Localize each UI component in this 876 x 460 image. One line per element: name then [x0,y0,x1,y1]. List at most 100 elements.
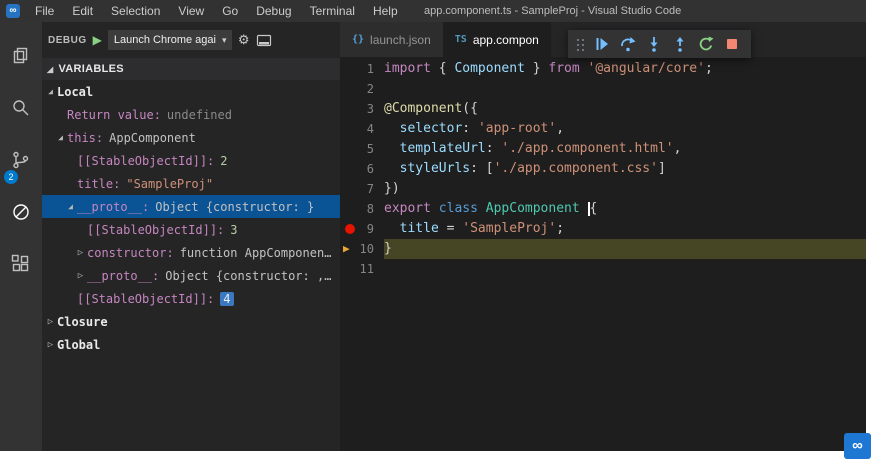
menu-go[interactable]: Go [213,0,247,22]
search-icon [13,100,29,116]
variable-name: __proto__: [87,268,160,283]
code-token: , [556,121,565,136]
menu-selection[interactable]: Selection [102,0,169,22]
sidebar-item-extensions[interactable] [0,238,42,290]
collapsed-icon[interactable]: ▷ [74,271,87,281]
code-line[interactable]: 4 selector: 'app-root', [340,119,866,139]
tab-launch-json[interactable]: {} launch.json [340,22,443,57]
debug-configuration-dropdown[interactable]: Launch Chrome agai ▾ [107,30,232,50]
code-token: title [399,221,439,236]
variables-section-label: VARIABLES [58,63,124,75]
code-line[interactable]: 6 styleUrls: ['./app.component.css'] [340,159,866,179]
code-line[interactable]: 5 templateUrl: './app.component.html', [340,139,866,159]
step-out-icon [676,37,684,52]
code-line[interactable]: 9 title = 'SampleProj'; [340,219,866,239]
line-number: 5 [366,142,374,156]
variable-row[interactable]: ▷ Closure [42,310,340,333]
variable-row[interactable]: Return value: undefined [42,103,340,126]
editor-gutter[interactable]: ▶ 10 [340,239,384,259]
open-console-button[interactable] [256,33,272,48]
expanded-icon[interactable]: ◢ [64,202,77,211]
variable-value: undefined [166,107,232,122]
variable-row[interactable]: [[StableObjectId]]: 3 [42,218,340,241]
menu-help[interactable]: Help [364,0,407,22]
step-over-button[interactable] [617,33,639,55]
variable-row[interactable]: ◢ __proto__: Object {constructor: } [42,195,340,218]
code-line[interactable]: 3 @Component({ [340,99,866,119]
sidebar-item-source-control[interactable]: 2 [0,134,42,186]
sidebar-item-explorer[interactable] [0,30,42,82]
chevron-down-icon: ▾ [221,35,227,45]
code-line[interactable]: 2 [340,79,866,99]
code-token: { [430,61,455,76]
line-content: }) [384,179,866,199]
line-number: 1 [366,62,374,76]
breakpoint-icon[interactable] [345,224,355,234]
code-token: from [548,61,580,76]
step-over-icon [621,37,636,52]
code-line[interactable]: 7}) [340,179,866,199]
line-number: 2 [366,82,374,96]
line-content: styleUrls: ['./app.component.css'] [384,159,866,179]
variables-section-header[interactable]: ◢ VARIABLES [42,58,340,80]
vscode-taskbar-icon[interactable]: ∞ [844,433,871,459]
menu-terminal[interactable]: Terminal [301,0,364,22]
menu-file[interactable]: File [26,0,63,22]
source-control-icon [13,151,29,169]
expanded-icon[interactable]: ◢ [54,133,67,142]
menu-debug[interactable]: Debug [247,0,300,22]
code-line[interactable]: ▶ 10} [340,239,866,259]
variable-row[interactable]: title: "SampleProj" [42,172,340,195]
debug-panel-title: DEBUG [48,34,87,46]
drag-handle-icon[interactable] [576,38,585,51]
collapsed-icon[interactable]: ▷ [44,340,57,350]
code-line[interactable]: 11 [340,259,866,279]
collapsed-icon[interactable]: ▷ [74,248,87,258]
expanded-icon[interactable]: ◢ [44,87,57,96]
editor-gutter[interactable]: 2 [340,79,384,99]
line-content [384,259,866,279]
editor-gutter[interactable]: 3 [340,99,384,119]
variable-row[interactable]: [[StableObjectId]]: 2 [42,149,340,172]
menu-view[interactable]: View [169,0,213,22]
editor-gutter[interactable]: 6 [340,159,384,179]
step-into-button[interactable] [643,33,665,55]
editor-gutter[interactable]: 7 [340,179,384,199]
variable-name: this: [67,130,104,145]
code-token: ] [657,161,666,176]
start-debugging-button[interactable]: ▶ [93,33,102,47]
code-line[interactable]: 8 export class AppComponent { [340,199,866,219]
sidebar-item-debug[interactable] [0,186,42,238]
variable-row[interactable]: ◢ this: AppComponent [42,126,340,149]
code-token: class [438,201,478,216]
restart-button[interactable] [695,33,717,55]
editor-gutter[interactable]: 1 [340,59,384,79]
variable-name: [[StableObjectId]]: [87,222,225,237]
variable-row[interactable]: ◢ Local [42,80,340,103]
code-line[interactable]: 1 import { Component } from '@angular/cor… [340,59,866,79]
variable-row[interactable]: ▷ Global [42,333,340,356]
editor-gutter[interactable]: 4 [340,119,384,139]
editor-gutter[interactable]: 9 [340,219,384,239]
editor-gutter[interactable]: 11 [340,259,384,279]
collapsed-icon[interactable]: ▷ [44,317,57,327]
menu-edit[interactable]: Edit [63,0,102,22]
variable-row[interactable]: ▷ constructor: function AppComponen… [42,241,340,264]
configure-gear-button[interactable]: ⚙ [238,32,250,48]
variable-row[interactable]: [[StableObjectId]]: 4 [42,287,340,310]
editor-gutter[interactable]: 5 [340,139,384,159]
variable-row[interactable]: ▷ __proto__: Object {constructor: ,… [42,264,340,287]
variable-value: Object {constructor: ,… [165,268,332,283]
step-out-button[interactable] [669,33,691,55]
variable-name: title: [77,176,121,191]
code-editor[interactable]: 1 import { Component } from '@angular/cor… [340,57,866,451]
continue-button[interactable] [591,33,613,55]
code-token: : [485,141,502,156]
tab-app-component-ts[interactable]: TS app.compon [442,22,551,57]
stop-button[interactable] [721,33,743,55]
editor-gutter[interactable]: 8 [340,199,384,219]
sidebar-item-search[interactable] [0,82,42,134]
